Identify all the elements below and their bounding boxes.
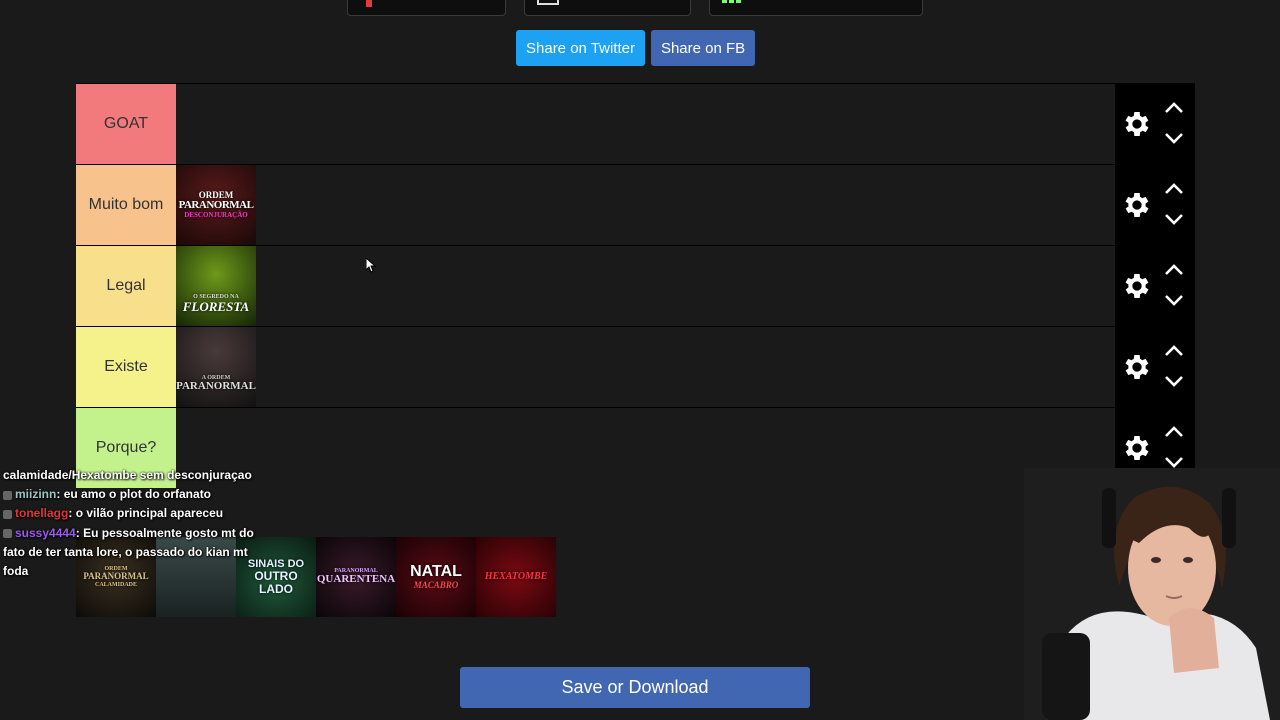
chevron-up-icon[interactable] (1163, 424, 1185, 440)
card-title: NATAL MACABRO (410, 562, 462, 590)
chat-username: miizinn (15, 487, 57, 502)
chevron-down-icon[interactable] (1163, 130, 1185, 146)
gear-icon[interactable] (1121, 351, 1153, 383)
gear-icon[interactable] (1121, 432, 1153, 464)
card-line: HEXATOMBE (484, 570, 548, 582)
tier-row-existe: Existe A ORDEM PARANORMAL (76, 326, 1195, 407)
card-title: ORDEM PARANORMAL DESCONJURAÇÃO (179, 190, 254, 219)
tier-label[interactable]: Legal (76, 246, 176, 326)
chat-overlay: calamidade/Hexatombe sem desconjuraçao m… (3, 466, 263, 581)
chat-text: eu amo o plot do orfanato (63, 487, 212, 502)
gear-icon[interactable] (1121, 108, 1153, 140)
tier-item-card[interactable]: ORDEM PARANORMAL DESCONJURAÇÃO (176, 165, 256, 245)
card-title: PARANORMAL QUARENTENA (317, 568, 395, 586)
chevron-down-icon[interactable] (1163, 292, 1185, 308)
chevron-down-icon[interactable] (1163, 373, 1185, 389)
save-download-button[interactable]: Save or Download (460, 667, 810, 708)
tier-controls (1115, 165, 1195, 245)
tier-table: GOAT Muito bom ORDEM PARANORMAL DESCONJU… (76, 83, 1195, 488)
tier-item-card[interactable]: A ORDEM PARANORMAL (176, 327, 256, 407)
gear-icon[interactable] (1121, 270, 1153, 302)
chevron-up-icon[interactable] (1163, 100, 1185, 116)
chevron-up-icon[interactable] (1163, 181, 1185, 197)
signal-icon (722, 0, 744, 3)
tier-row-legal: Legal O SEGREDO NA FLORESTA (76, 245, 1195, 326)
badge-icon (3, 509, 12, 519)
streamer-avatar (1024, 468, 1280, 720)
chat-username: sussy4444 (15, 525, 76, 540)
card-line: MACABRO (413, 579, 459, 590)
tier-label[interactable]: Existe (76, 327, 176, 407)
chevron-up-icon[interactable] (1163, 262, 1185, 278)
pool-item-card[interactable]: PARANORMAL QUARENTENA (316, 537, 396, 617)
chat-text: o vilão principal apareceu (75, 506, 224, 521)
chat-username: tonellagg (15, 506, 69, 521)
pool-item-card[interactable]: HEXATOMBE (476, 537, 556, 617)
tier-controls (1115, 246, 1195, 326)
tier-items[interactable] (176, 84, 1115, 164)
tier-items[interactable]: A ORDEM PARANORMAL (176, 327, 1115, 407)
red-icon (366, 0, 372, 7)
share-twitter-button[interactable]: Share on Twitter (516, 30, 645, 66)
card-line: PARANORMAL (176, 380, 256, 393)
tier-row-muito-bom: Muito bom ORDEM PARANORMAL DESCONJURAÇÃO (76, 164, 1195, 245)
card-line: FLORESTA (182, 299, 250, 315)
chat-text: calamidade/Hexatombe sem desconjuraçao (3, 468, 252, 482)
tier-label[interactable]: Muito bom (76, 165, 176, 245)
chat-message: tonellagg: o vilão principal apareceu (3, 504, 263, 523)
chat-message: calamidade/Hexatombe sem desconjuraçao (3, 466, 263, 485)
card-title: O SEGREDO NA FLORESTA (183, 294, 249, 314)
top-button-2[interactable] (524, 0, 691, 16)
gear-icon[interactable] (1121, 189, 1153, 221)
card-line: QUARENTENA (316, 573, 396, 586)
chat-message: sussy4444: Eu pessoalmente gosto mt do f… (3, 525, 254, 579)
chevron-up-icon[interactable] (1163, 343, 1185, 359)
top-button-1[interactable] (347, 0, 506, 16)
pool-item-card[interactable]: NATAL MACABRO (396, 537, 476, 617)
tier-items[interactable]: ORDEM PARANORMAL DESCONJURAÇÃO (176, 165, 1115, 245)
tier-items[interactable]: O SEGREDO NA FLORESTA (176, 246, 1115, 326)
share-buttons: Share on Twitter Share on FB (516, 30, 756, 66)
chevron-down-icon[interactable] (1163, 211, 1185, 227)
card-line: DESCONJURAÇÃO (184, 210, 248, 219)
card-title: HEXATOMBE (484, 570, 548, 583)
card-line: CALAMIDADE (94, 581, 137, 588)
card-line: NATAL (410, 562, 462, 580)
share-fb-button[interactable]: Share on FB (650, 30, 756, 66)
tier-controls (1115, 84, 1195, 164)
badge-icon (3, 528, 12, 538)
webcam-overlay (1024, 468, 1280, 720)
chat-message: miizinn: eu amo o plot do orfanato (3, 485, 263, 504)
keyboard-icon (537, 0, 559, 5)
tier-row-goat: GOAT (76, 83, 1195, 164)
tier-item-card[interactable]: O SEGREDO NA FLORESTA (176, 246, 256, 326)
tier-label[interactable]: GOAT (76, 84, 176, 164)
badge-icon (3, 490, 12, 500)
card-title: A ORDEM PARANORMAL (176, 375, 256, 393)
cursor-icon (366, 258, 376, 273)
top-button-3[interactable] (709, 0, 923, 16)
tier-controls (1115, 327, 1195, 407)
tier-items[interactable] (176, 408, 1115, 488)
